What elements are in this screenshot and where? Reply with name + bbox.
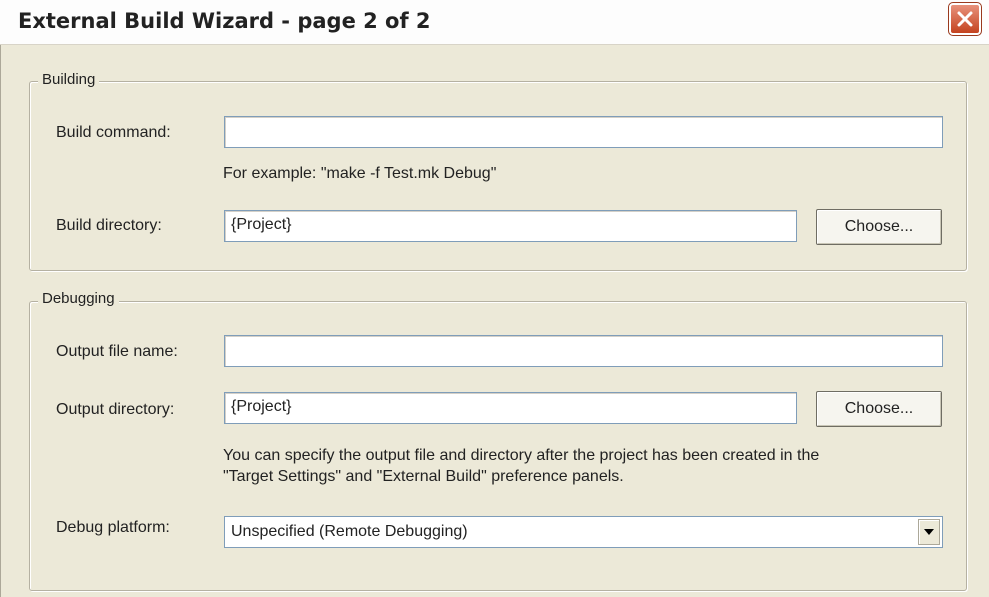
chevron-down-icon xyxy=(924,529,934,535)
window-title: External Build Wizard - page 2 of 2 xyxy=(18,9,431,33)
debugging-legend: Debugging xyxy=(38,290,119,307)
build-command-input[interactable] xyxy=(224,116,943,148)
debug-platform-dropdown-button[interactable] xyxy=(918,519,940,545)
title-bar: External Build Wizard - page 2 of 2 xyxy=(0,0,989,45)
output-hint-line1: You can specify the output file and dire… xyxy=(223,447,820,464)
output-directory-choose-button[interactable]: Choose... xyxy=(816,391,942,427)
debug-platform-select[interactable]: Unspecified (Remote Debugging) xyxy=(224,516,943,548)
output-file-label: Output file name: xyxy=(56,343,178,360)
debug-platform-label: Debug platform: xyxy=(56,519,170,536)
build-command-label: Build command: xyxy=(56,124,171,141)
dialog-body: Building Build command: For example: "ma… xyxy=(0,45,989,597)
build-directory-label: Build directory: xyxy=(56,217,162,234)
output-hint-line2: "Target Settings" and "External Build" p… xyxy=(223,468,624,485)
output-directory-label: Output directory: xyxy=(56,401,175,418)
building-legend: Building xyxy=(38,71,100,88)
output-directory-input[interactable]: {Project} xyxy=(224,392,797,424)
close-button[interactable] xyxy=(948,2,982,36)
close-icon xyxy=(957,11,973,27)
output-file-input[interactable] xyxy=(224,335,943,367)
build-directory-choose-button[interactable]: Choose... xyxy=(816,209,942,245)
build-command-example: For example: "make -f Test.mk Debug" xyxy=(223,165,497,182)
build-directory-input[interactable]: {Project} xyxy=(224,210,797,242)
debug-platform-value: Unspecified (Remote Debugging) xyxy=(231,523,468,540)
